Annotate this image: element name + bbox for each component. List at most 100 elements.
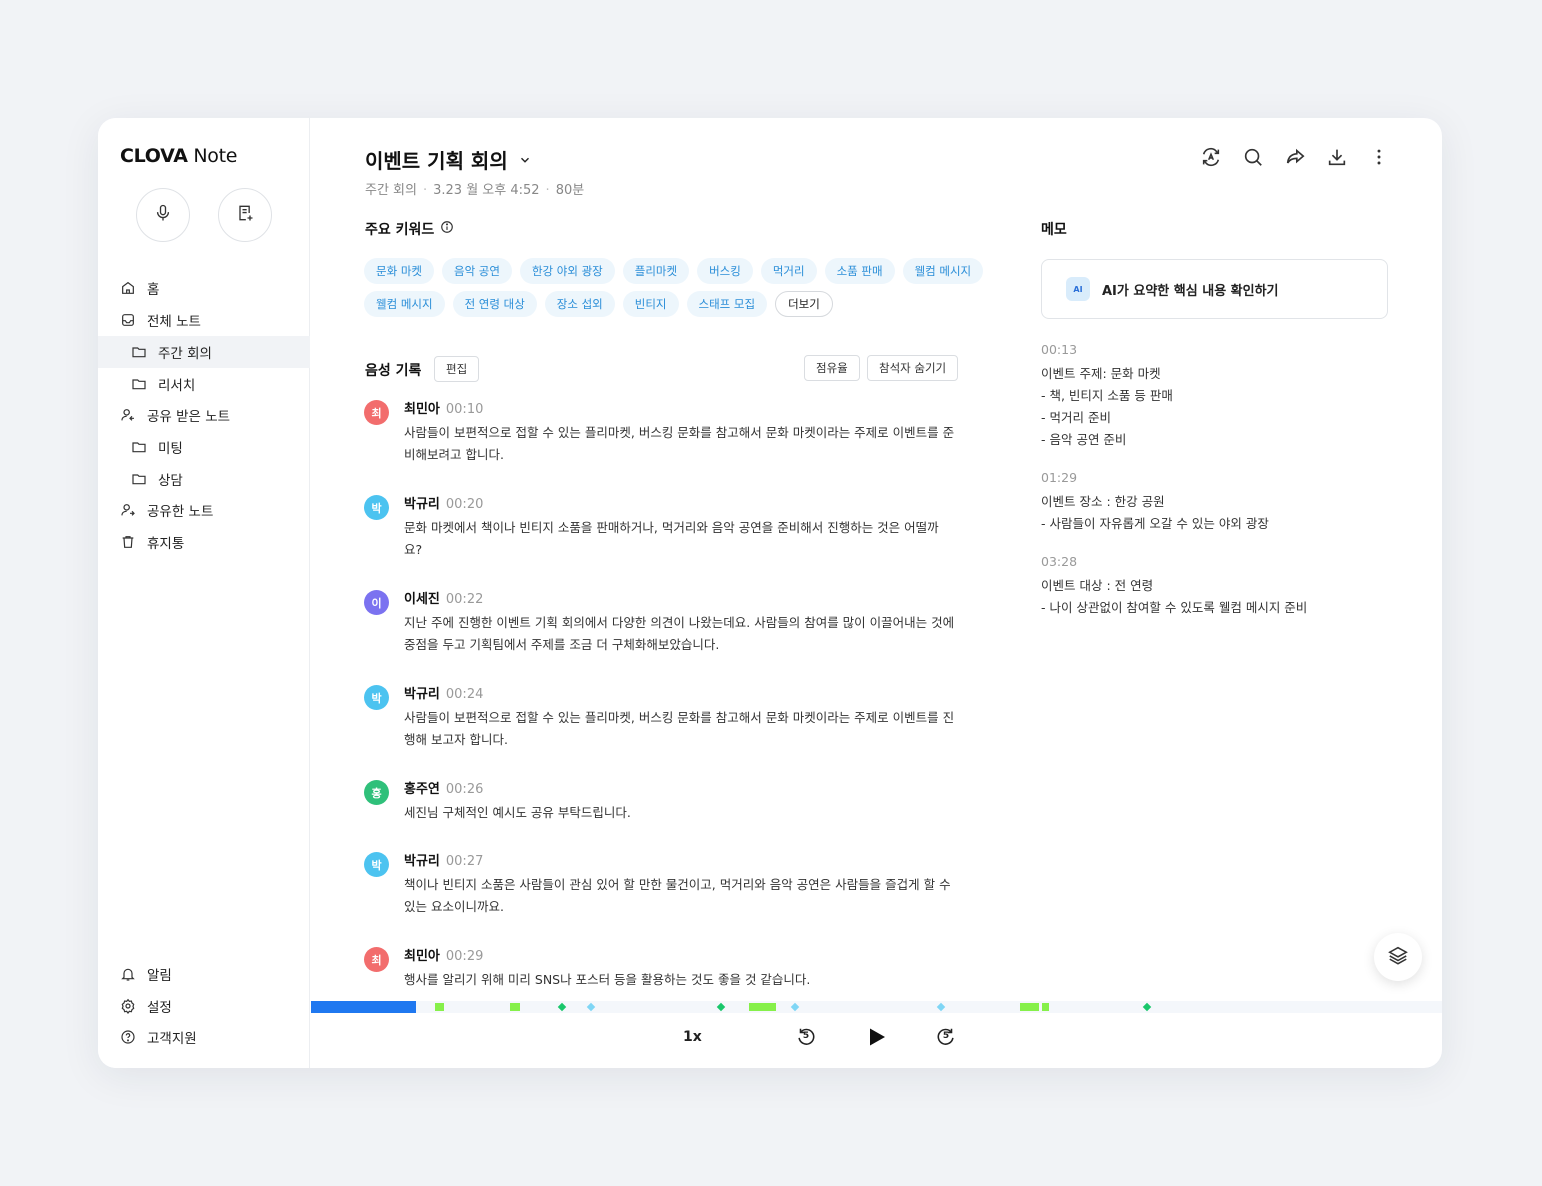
memo-title: 메모 — [1041, 222, 1067, 238]
layers-button[interactable] — [1374, 933, 1422, 981]
keyword-chip[interactable]: 플리마켓 — [622, 258, 690, 284]
hide-participants-button[interactable]: 참석자 숨기기 — [867, 355, 959, 381]
memo-block[interactable]: 01:29 이벤트 장소 : 한강 공원 - 사람들이 자유롭게 오갈 수 있는 야… — [1041, 467, 1269, 535]
sidebar-item-all-notes[interactable]: 전체 노트 — [98, 304, 310, 336]
speaker-name: 이세진 — [404, 592, 440, 607]
speaker-name: 박규리 — [404, 497, 440, 512]
keywords-header: 주요 키워드 — [365, 219, 454, 239]
timeline-memo-marker[interactable] — [557, 1002, 567, 1012]
timeline-memo-marker[interactable] — [716, 1002, 726, 1012]
memo-block[interactable]: 03:28 이벤트 대상 : 전 연령 - 나이 상관없이 참여할 수 있도록 웰컴… — [1041, 551, 1307, 619]
keyword-chip[interactable]: 한강 야외 광장 — [519, 258, 615, 284]
keyword-chip[interactable]: 먹거리 — [760, 258, 817, 284]
timeline-highlight-marker[interactable] — [435, 1003, 444, 1011]
sidebar-item-shared-by-me[interactable]: 공유한 노트 — [98, 494, 310, 526]
entry-timestamp[interactable]: 00:10 — [446, 402, 483, 417]
speaker-line: 박규리 00:24 — [404, 683, 483, 702]
keywords-more-button[interactable]: 더보기 — [775, 291, 833, 317]
sidebar-item-weekly-meeting[interactable]: 주간 회의 — [98, 336, 310, 368]
sidebar-item-label: 홈 — [147, 282, 160, 298]
folder-icon — [130, 343, 148, 361]
sidebar-item-consulting[interactable]: 상담 — [98, 463, 310, 495]
speaker-avatar: 이 — [364, 590, 389, 615]
speaker-avatar: 홍 — [364, 780, 389, 805]
ai-summary-button[interactable]: AI AI가 요약한 핵심 내용 확인하기 — [1041, 259, 1388, 319]
play-icon — [864, 1025, 888, 1053]
sidebar-item-meeting[interactable]: 미팅 — [98, 431, 310, 463]
search-icon[interactable] — [1242, 146, 1264, 168]
sidebar-item-notifications[interactable]: 알림 — [98, 958, 310, 990]
speaker-avatar: 최 — [364, 400, 389, 425]
entry-text: 사람들이 보편적으로 접할 수 있는 플리마켓, 버스킹 문화를 참고해서 문화… — [404, 710, 955, 747]
info-icon[interactable] — [440, 220, 454, 238]
note-meta: 주간 회의 · 3.23 월 오후 4:52 · 80분 — [365, 183, 585, 198]
memo-line: - 나이 상관없이 참여할 수 있도록 웰컴 메시지 준비 — [1041, 600, 1308, 615]
keyword-chip[interactable]: 장소 섭외 — [544, 291, 615, 317]
memo-line: - 음악 공연 준비 — [1041, 432, 1127, 447]
user-shared-icon — [119, 501, 137, 519]
timeline-highlight-marker[interactable] — [749, 1003, 776, 1011]
entry-timestamp[interactable]: 00:24 — [446, 687, 483, 702]
entry-timestamp[interactable]: 00:27 — [446, 854, 483, 869]
translate-icon[interactable] — [1200, 146, 1222, 168]
speaker-line: 이세진 00:22 — [404, 588, 483, 607]
keyword-chip[interactable]: 버스킹 — [697, 258, 753, 284]
keyword-chip[interactable]: 전 연령 대상 — [452, 291, 537, 317]
app-logo[interactable]: CLOVA Note — [120, 145, 237, 167]
timeline-memo-marker[interactable] — [1142, 1002, 1152, 1012]
speaker-name: 홍주연 — [404, 782, 440, 797]
sidebar-item-settings[interactable]: 설정 — [98, 990, 310, 1022]
timeline-memo-marker[interactable] — [586, 1002, 596, 1012]
memo-line: - 먹거리 준비 — [1041, 410, 1111, 425]
inbox-icon — [119, 311, 137, 329]
memo-timestamp[interactable]: 03:28 — [1041, 551, 1307, 573]
timeline-highlight-marker[interactable] — [510, 1003, 520, 1011]
entry-timestamp[interactable]: 00:20 — [446, 497, 483, 512]
entry-timestamp[interactable]: 00:22 — [446, 592, 483, 607]
memo-timestamp[interactable]: 01:29 — [1041, 467, 1269, 489]
download-icon[interactable] — [1326, 146, 1348, 168]
sidebar-item-label: 휴지통 — [147, 536, 185, 552]
keyword-chip[interactable]: 문화 마켓 — [364, 258, 434, 284]
speaker-line: 홍주연 00:26 — [404, 778, 483, 797]
playback-speed-button[interactable]: 1x — [683, 1029, 702, 1045]
share-ratio-button[interactable]: 점유율 — [804, 355, 860, 381]
sidebar-item-support[interactable]: 고객지원 — [98, 1021, 310, 1053]
timeline-memo-marker[interactable] — [790, 1002, 800, 1012]
keyword-chip[interactable]: 웰컴 메시지 — [364, 291, 445, 317]
timeline-highlight-marker[interactable] — [1020, 1003, 1039, 1011]
play-button[interactable] — [864, 1025, 888, 1053]
more-vertical-icon[interactable] — [1368, 146, 1390, 168]
timeline-memo-marker[interactable] — [936, 1002, 946, 1012]
top-toolbar — [1200, 146, 1390, 168]
keyword-chip[interactable]: 스태프 모집 — [686, 291, 768, 317]
keyword-chip[interactable]: 빈티지 — [622, 291, 679, 317]
sidebar-item-shared-with-me[interactable]: 공유 받은 노트 — [98, 399, 310, 431]
keyword-chip[interactable]: 소품 판매 — [824, 258, 895, 284]
memo-block[interactable]: 00:13 이벤트 주제: 문화 마켓 - 책, 빈티지 소품 등 판매 - 먹거리 … — [1041, 339, 1173, 451]
new-note-button[interactable] — [218, 188, 272, 242]
sidebar-item-research[interactable]: 리서치 — [98, 368, 310, 400]
entry-timestamp[interactable]: 00:29 — [446, 949, 483, 964]
sidebar-item-label: 전체 노트 — [147, 314, 201, 330]
sidebar-item-label: 설정 — [147, 1000, 172, 1016]
speaker-avatar: 박 — [364, 495, 389, 520]
share-icon[interactable] — [1284, 146, 1306, 168]
sidebar-item-trash[interactable]: 휴지통 — [98, 526, 310, 558]
sidebar-item-label: 공유 받은 노트 — [147, 409, 231, 425]
playback-timeline[interactable] — [311, 1001, 1442, 1013]
skip-back-button[interactable]: 5 — [795, 1026, 817, 1048]
sidebar-item-home[interactable]: 홈 — [98, 272, 310, 304]
record-button[interactable] — [136, 188, 190, 242]
keyword-chip[interactable]: 음악 공연 — [441, 258, 512, 284]
entry-timestamp[interactable]: 00:26 — [446, 782, 483, 797]
keyword-chip[interactable]: 웰컴 메시지 — [902, 258, 984, 284]
folder-icon — [130, 470, 148, 488]
memo-timestamp[interactable]: 00:13 — [1041, 339, 1173, 361]
sidebar-item-label: 주간 회의 — [158, 346, 212, 362]
keyword-chips: 문화 마켓 음악 공연 한강 야외 광장 플리마켓 버스킹 먹거리 소품 판매 웰컴 메시지 웰… — [364, 258, 984, 317]
edit-button[interactable]: 편집 — [434, 356, 480, 382]
timeline-highlight-marker[interactable] — [1042, 1003, 1049, 1011]
note-title[interactable]: 이벤트 기획 회의 — [365, 145, 532, 174]
skip-forward-button[interactable]: 5 — [935, 1026, 957, 1048]
